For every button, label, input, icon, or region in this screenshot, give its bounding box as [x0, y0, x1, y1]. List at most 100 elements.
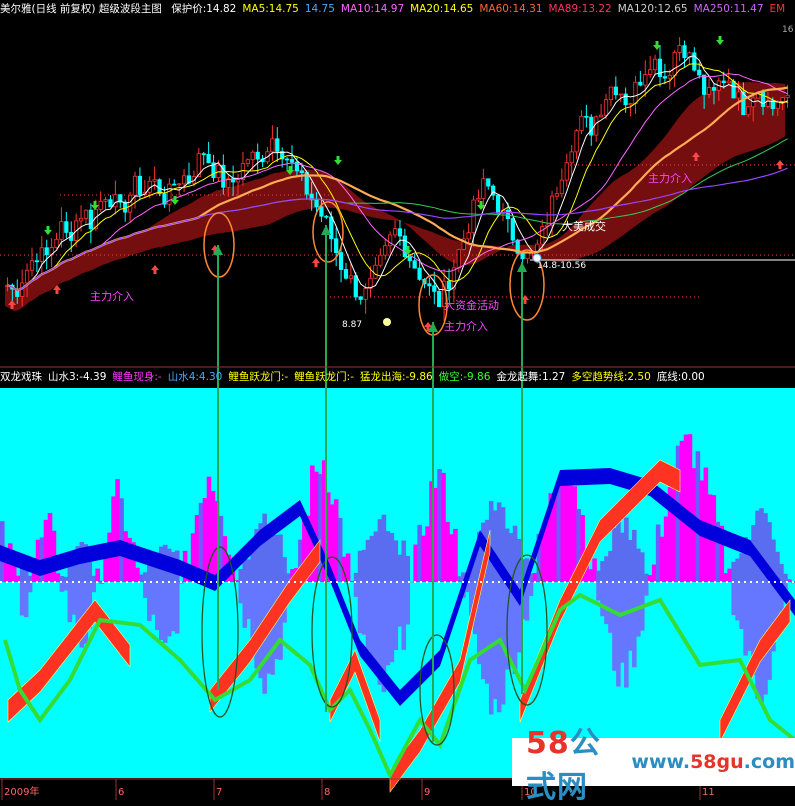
osc-bar-up — [453, 529, 458, 582]
annotation-price-low: 8.87 — [342, 320, 362, 330]
candle-body — [256, 152, 259, 159]
osc-bar-up — [211, 491, 216, 582]
osc-bar-down — [485, 582, 490, 684]
indicator-legend-0: 双龙戏珠 — [0, 371, 42, 383]
candle-body — [737, 92, 740, 98]
osc-bar-up — [660, 537, 665, 582]
osc-bar-down — [254, 582, 259, 668]
candle-body — [747, 107, 750, 115]
chart-canvas[interactable]: 主力介入主力介入主力介入大资金活动大美成交8.8714.8-10.5616200… — [0, 0, 795, 800]
osc-bar-up — [533, 573, 538, 582]
candle-body — [315, 200, 318, 207]
osc-bar-up — [449, 534, 454, 582]
osc-bar-down — [739, 582, 744, 629]
osc-bar-down — [394, 582, 399, 650]
osc-bar-down-upper — [640, 552, 645, 582]
osc-bar-down-upper — [239, 569, 244, 582]
candle-body — [398, 229, 401, 236]
candle-body — [418, 268, 421, 279]
osc-bar-down — [374, 582, 379, 665]
candle-body — [599, 115, 602, 117]
osc-bar-down-upper — [278, 534, 283, 582]
osc-bar-down-upper — [620, 533, 625, 582]
candle-body — [413, 261, 416, 268]
osc-bar-down-upper — [370, 536, 375, 582]
osc-bar-down-upper — [604, 556, 609, 582]
candle-body — [60, 222, 63, 240]
candle-body — [344, 270, 347, 279]
osc-bar-down — [755, 582, 760, 699]
candle-body — [707, 87, 710, 94]
osc-bar-down — [628, 582, 633, 651]
osc-bar-down-upper — [354, 573, 359, 582]
candle-body — [114, 195, 117, 207]
candle-body — [30, 261, 33, 271]
candle-body — [678, 46, 681, 53]
indicator-legend-2: 鲤鱼现身:- — [112, 371, 161, 383]
candle-body — [506, 210, 509, 218]
osc-bar-up — [557, 484, 562, 582]
candle-body — [447, 281, 450, 289]
candle-body — [99, 201, 102, 209]
candle-body — [477, 198, 480, 200]
osc-bar-up — [115, 479, 120, 582]
osc-bar-up — [696, 451, 701, 582]
osc-bar-up — [437, 469, 442, 582]
osc-bar-up — [688, 434, 693, 582]
osc-bar-down-upper — [628, 540, 633, 582]
osc-bar-down — [155, 582, 160, 630]
candle-body — [364, 288, 367, 299]
osc-bar-down — [72, 582, 77, 615]
osc-bar-down-upper — [401, 541, 406, 582]
watermark-url: www.58gu.com — [631, 751, 795, 773]
osc-bar-down — [68, 582, 73, 622]
osc-bar-down — [624, 582, 629, 688]
candle-body — [482, 179, 485, 199]
x-axis-label-6: 11 — [702, 787, 715, 798]
osc-bar-down — [60, 582, 65, 592]
annotation-zhuli-3: 主力介入 — [648, 172, 692, 185]
osc-bar-up — [421, 536, 426, 582]
candle-body — [722, 81, 725, 83]
osc-bar-up — [560, 476, 565, 582]
y-axis-max-label: 16 — [782, 25, 794, 35]
candle-body — [123, 202, 126, 212]
ma-legend-2: 14.75 — [305, 3, 335, 15]
osc-bar-down-upper — [632, 530, 637, 582]
candle-body — [575, 131, 578, 152]
ma-legend-6: MA89:13.22 — [549, 3, 612, 15]
osc-bar-down-upper — [366, 540, 371, 582]
x-axis-label-1: 6 — [118, 787, 124, 798]
osc-bar-up — [652, 565, 657, 582]
osc-bar-up — [338, 518, 343, 582]
indicator-legend-3: 山水4:4.30 — [168, 371, 223, 383]
osc-bar-down — [64, 582, 69, 590]
candle-body — [644, 74, 647, 85]
candle-body — [379, 255, 382, 265]
candle-body — [751, 98, 754, 107]
osc-bar-up — [413, 545, 418, 582]
indicator-legend-6: 猛龙出海:-9.86 — [360, 371, 433, 383]
chart-stage[interactable]: 主力介入主力介入主力介入大资金活动大美成交8.8714.8-10.5616200… — [0, 0, 795, 800]
osc-bar-up — [334, 499, 339, 582]
candle-body — [570, 152, 573, 163]
osc-bar-up — [664, 517, 669, 582]
candle-body — [560, 180, 563, 194]
annotation-dazi: 大资金活动 — [444, 298, 499, 312]
indicator-legend-7: 做空:-9.86 — [439, 371, 491, 383]
osc-bar-up — [203, 498, 208, 582]
osc-bar-up — [723, 573, 728, 582]
signal-arrow-up-icon — [312, 258, 320, 267]
candle-body — [354, 276, 357, 297]
osc-bar-up — [346, 553, 351, 582]
osc-bar-down-upper — [374, 531, 379, 582]
watermark-logo: 58公式网 — [526, 718, 621, 806]
osc-bar-down-upper — [386, 531, 391, 582]
osc-bar-down-upper — [262, 514, 267, 582]
candle-body — [437, 291, 440, 306]
candle-body — [177, 184, 180, 185]
osc-bar-up — [425, 526, 430, 582]
candle-body — [320, 207, 323, 216]
osc-bar-down-upper — [636, 549, 641, 582]
osc-bar-up — [564, 479, 569, 582]
